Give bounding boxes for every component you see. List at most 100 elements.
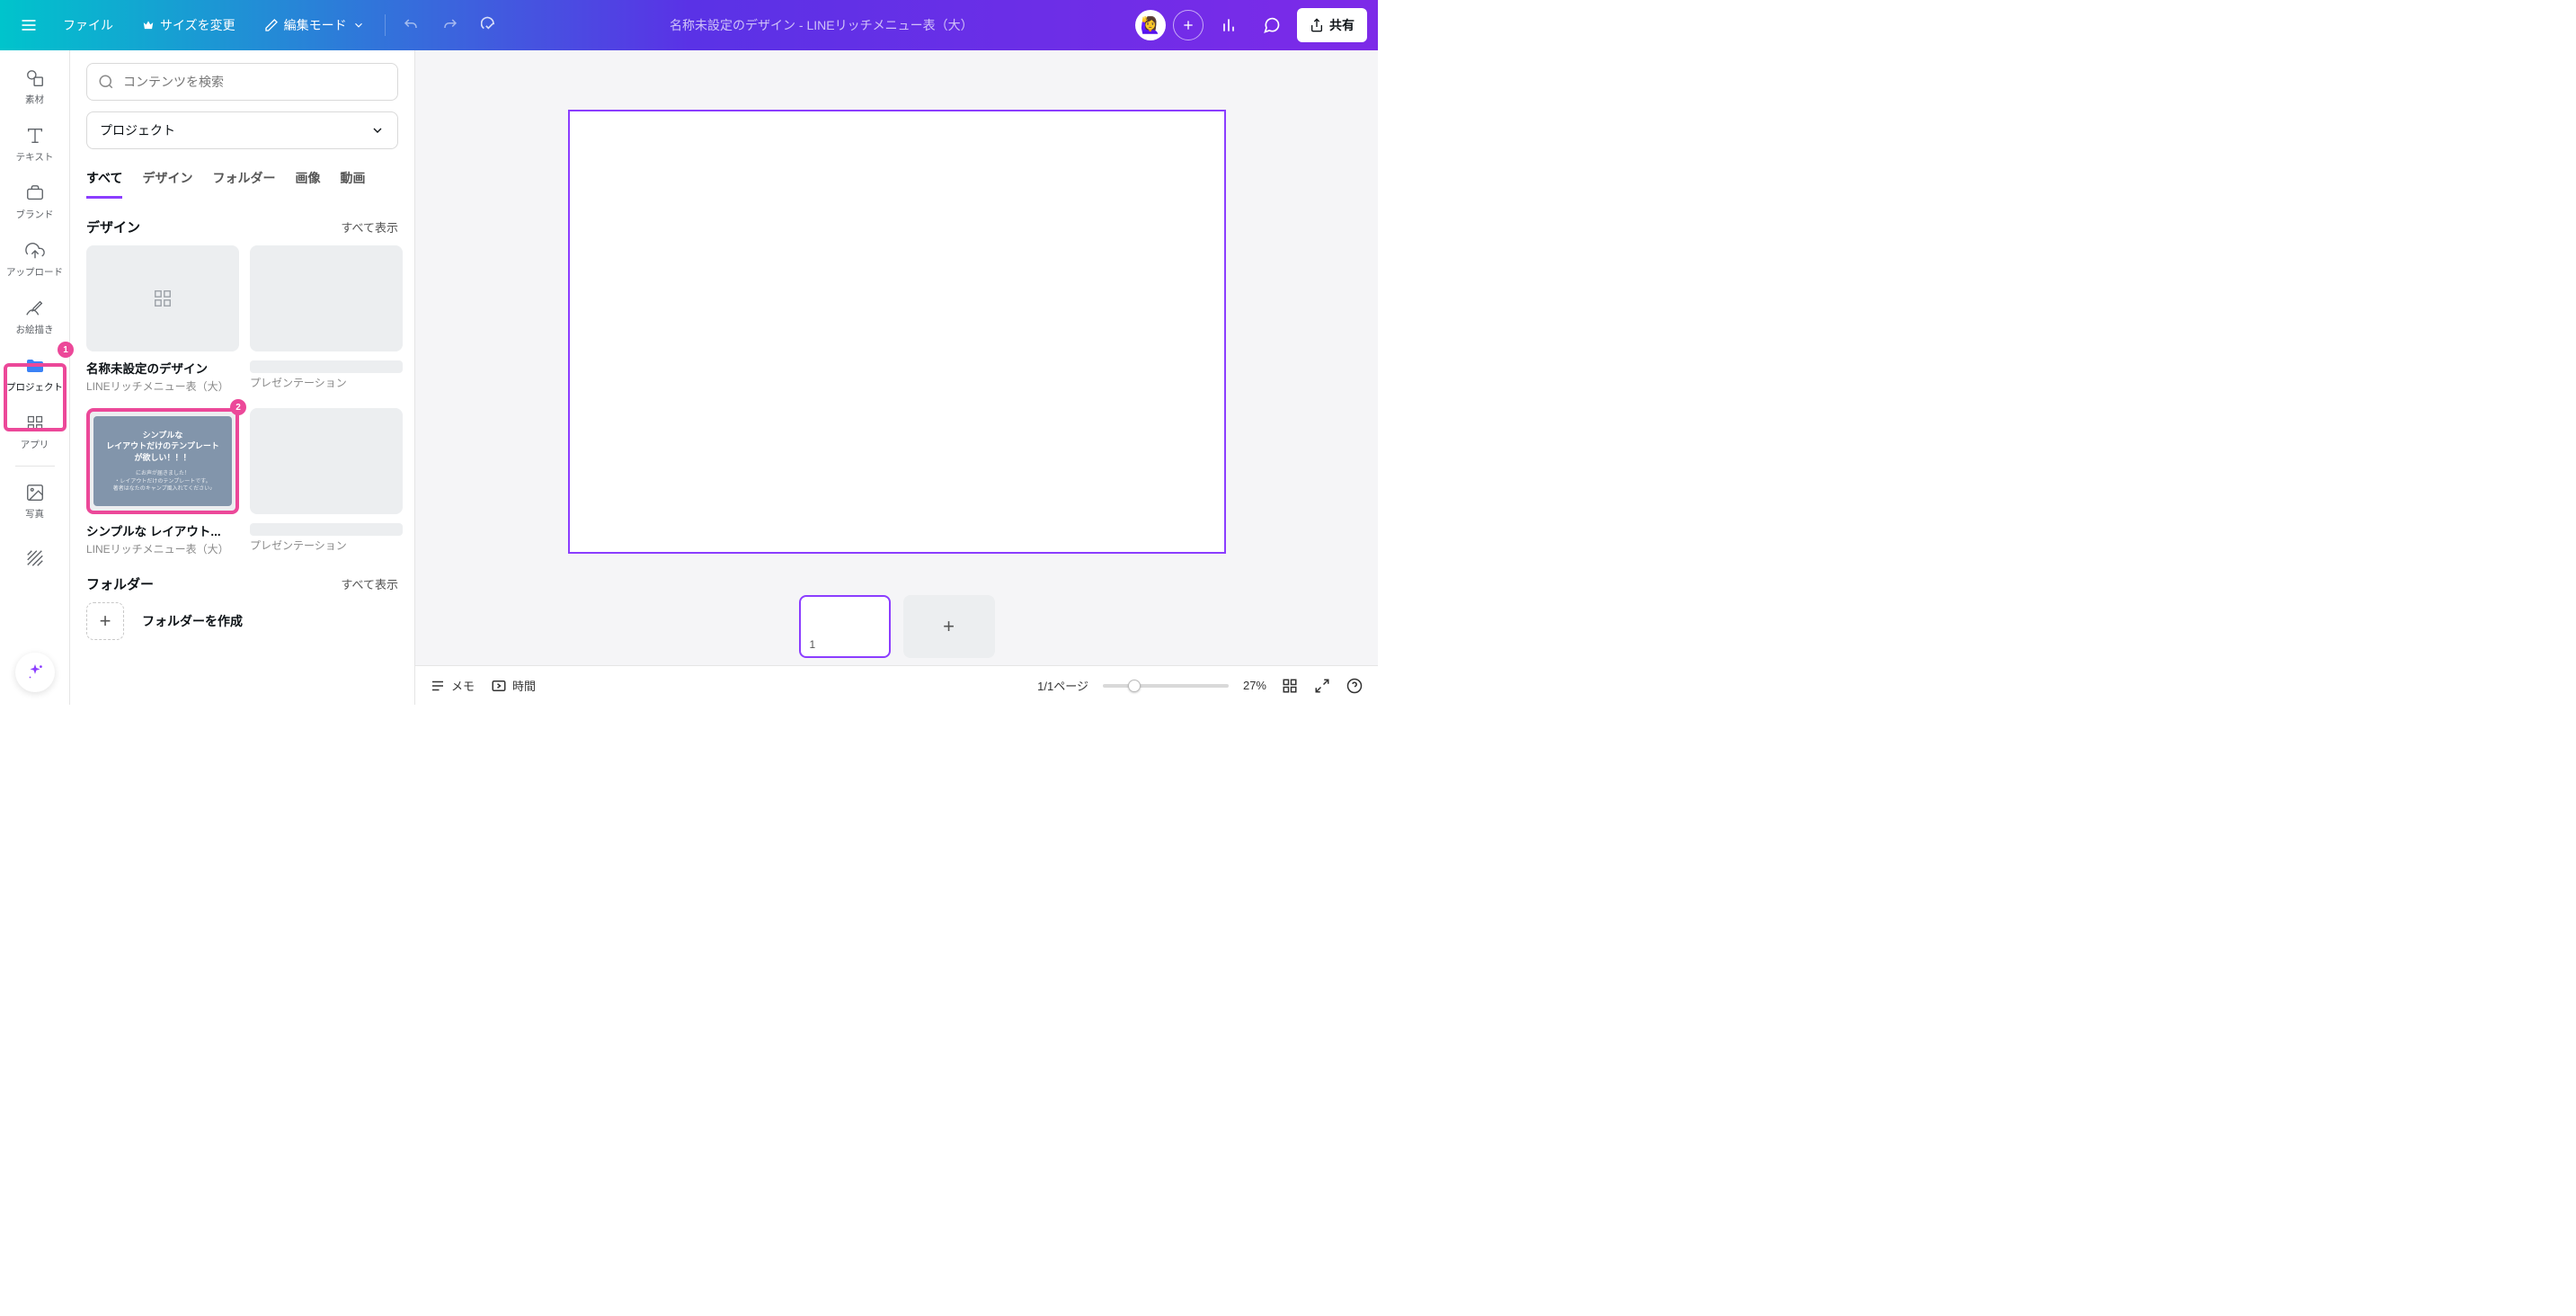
design-row-2: シンプルな レイアウトだけのテンプレート が欲しい！！！ にお声が届きました！ … <box>86 408 398 556</box>
tab-video[interactable]: 動画 <box>340 169 365 199</box>
page-strip: 1 + <box>415 588 1378 665</box>
text-icon <box>24 125 46 147</box>
photo-icon <box>24 482 46 503</box>
draw-icon <box>24 298 46 319</box>
zoom-slider[interactable] <box>1103 684 1229 688</box>
top-header: ファイル サイズを変更 編集モード 名称未設定のデザイン - LINEリッチメニ… <box>0 0 1378 50</box>
add-page-button[interactable]: + <box>903 595 995 658</box>
tab-image[interactable]: 画像 <box>295 169 320 199</box>
crown-icon <box>142 19 155 31</box>
nav-elements[interactable]: 素材 <box>4 58 66 115</box>
nav-upload-label: アップロード <box>6 265 63 279</box>
tab-all[interactable]: すべて <box>86 169 122 199</box>
bottom-bar: メモ 時間 1/1ページ 27% <box>415 665 1378 705</box>
card-placeholder <box>250 360 403 373</box>
time-button[interactable]: 時間 <box>491 677 536 694</box>
nav-background[interactable] <box>4 529 66 587</box>
design-page[interactable] <box>568 110 1226 554</box>
share-label: 共有 <box>1329 16 1355 34</box>
canvas-viewport[interactable] <box>415 50 1378 588</box>
search-input[interactable] <box>123 75 386 89</box>
sparkle-icon <box>25 662 45 682</box>
canvas-area: 1 + メモ 時間 1/1ページ 27% <box>415 50 1378 705</box>
card-thumb <box>86 245 239 351</box>
undo-button[interactable] <box>393 7 429 43</box>
design-card-2[interactable]: プレゼンテーション <box>250 245 403 394</box>
nav-apps[interactable]: アプリ <box>4 403 66 460</box>
folder-create-label: フォルダーを作成 <box>142 612 243 630</box>
nav-brand[interactable]: ブランド <box>4 173 66 230</box>
comment-button[interactable] <box>1254 7 1290 43</box>
time-label: 時間 <box>512 677 536 694</box>
edit-mode-button[interactable]: 編集モード <box>252 7 378 43</box>
nav-upload[interactable]: アップロード <box>4 230 66 288</box>
resize-label: サイズを変更 <box>160 16 235 34</box>
nav-text[interactable]: テキスト <box>4 115 66 173</box>
help-button[interactable] <box>1346 677 1364 695</box>
folder-create-row[interactable]: + フォルダーを作成 <box>86 602 398 640</box>
redo-icon <box>442 17 458 33</box>
page-counter[interactable]: 1/1ページ <box>1037 677 1088 694</box>
nav-divider <box>15 466 55 467</box>
redo-button[interactable] <box>432 7 468 43</box>
nav-projects-label: プロジェクト <box>6 380 63 394</box>
design-card-3[interactable]: シンプルな レイアウトだけのテンプレート が欲しい！！！ にお声が届きました！ … <box>86 408 239 556</box>
side-panel: プロジェクト すべて デザイン フォルダー 画像 動画 デザイン すべて表示 名… <box>70 50 415 705</box>
analytics-button[interactable] <box>1211 7 1247 43</box>
section-folder-showall[interactable]: すべて表示 <box>341 575 398 592</box>
zoom-thumb[interactable] <box>1128 680 1141 692</box>
card-sub: プレゼンテーション <box>250 375 403 390</box>
side-nav: 素材 テキスト ブランド アップロード お絵描き プロジェクト アプリ <box>0 50 70 705</box>
section-design: デザイン すべて表示 名称未設定のデザイン LINEリッチメニュー表（大） プレ… <box>86 218 398 556</box>
nav-projects[interactable]: プロジェクト <box>4 345 66 403</box>
undo-icon <box>403 17 419 33</box>
search-box[interactable] <box>86 63 398 101</box>
brand-icon <box>24 182 46 204</box>
card-thumb-preview: シンプルな レイアウトだけのテンプレート が欲しい！！！ にお声が届きました！ … <box>93 416 232 506</box>
header-center: 名称未設定のデザイン - LINEリッチメニュー表（大） <box>515 16 1128 34</box>
section-design-showall[interactable]: すべて表示 <box>341 218 398 236</box>
fullscreen-button[interactable] <box>1313 677 1331 695</box>
notes-icon <box>430 678 446 694</box>
clock-icon <box>491 678 507 694</box>
share-button[interactable]: 共有 <box>1297 8 1367 42</box>
grid-icon <box>153 289 173 308</box>
header-right: 🙋‍♀️ 共有 <box>1135 7 1367 43</box>
header-left: ファイル サイズを変更 編集モード <box>11 7 508 43</box>
user-avatar[interactable]: 🙋‍♀️ <box>1135 10 1166 40</box>
file-menu-button[interactable]: ファイル <box>50 7 126 43</box>
cloud-sync-button[interactable] <box>472 7 508 43</box>
pattern-icon <box>24 547 46 569</box>
grid-view-button[interactable] <box>1281 677 1299 695</box>
section-folder-title: フォルダー <box>86 574 154 593</box>
card-thumb-highlighted: シンプルな レイアウトだけのテンプレート が欲しい！！！ にお声が届きました！ … <box>86 408 239 514</box>
hamburger-menu-button[interactable] <box>11 7 47 43</box>
nav-photos[interactable]: 写真 <box>4 472 66 529</box>
zoom-value[interactable]: 27% <box>1243 679 1266 692</box>
folder-create-button[interactable]: + <box>86 602 124 640</box>
resize-button[interactable]: サイズを変更 <box>129 7 248 43</box>
ai-assistant-button[interactable] <box>15 653 55 692</box>
card-thumb <box>250 245 403 351</box>
notes-label: メモ <box>451 677 475 694</box>
nav-brand-label: ブランド <box>16 208 54 221</box>
nav-draw[interactable]: お絵描き <box>4 288 66 345</box>
tab-folder[interactable]: フォルダー <box>212 169 275 199</box>
design-card-4[interactable]: プレゼンテーション <box>250 408 403 556</box>
chevron-down-icon <box>370 123 385 138</box>
annotation-badge-1: 1 <box>58 342 74 358</box>
card-sub: プレゼンテーション <box>250 538 403 553</box>
card-title: 名称未設定のデザイン <box>86 359 239 377</box>
edit-mode-label: 編集モード <box>284 16 347 34</box>
notes-button[interactable]: メモ <box>430 677 475 694</box>
nav-text-label: テキスト <box>16 150 54 164</box>
chart-icon <box>1220 16 1238 34</box>
design-card-1[interactable]: 名称未設定のデザイン LINEリッチメニュー表（大） <box>86 245 239 394</box>
nav-apps-label: アプリ <box>21 438 49 451</box>
project-select[interactable]: プロジェクト <box>86 111 398 149</box>
add-member-button[interactable] <box>1173 10 1204 40</box>
page-thumbnail-1[interactable]: 1 <box>799 595 891 658</box>
cloud-upload-icon <box>24 240 46 262</box>
tab-design[interactable]: デザイン <box>142 169 192 199</box>
design-title[interactable]: 名称未設定のデザイン - LINEリッチメニュー表（大） <box>670 16 973 34</box>
